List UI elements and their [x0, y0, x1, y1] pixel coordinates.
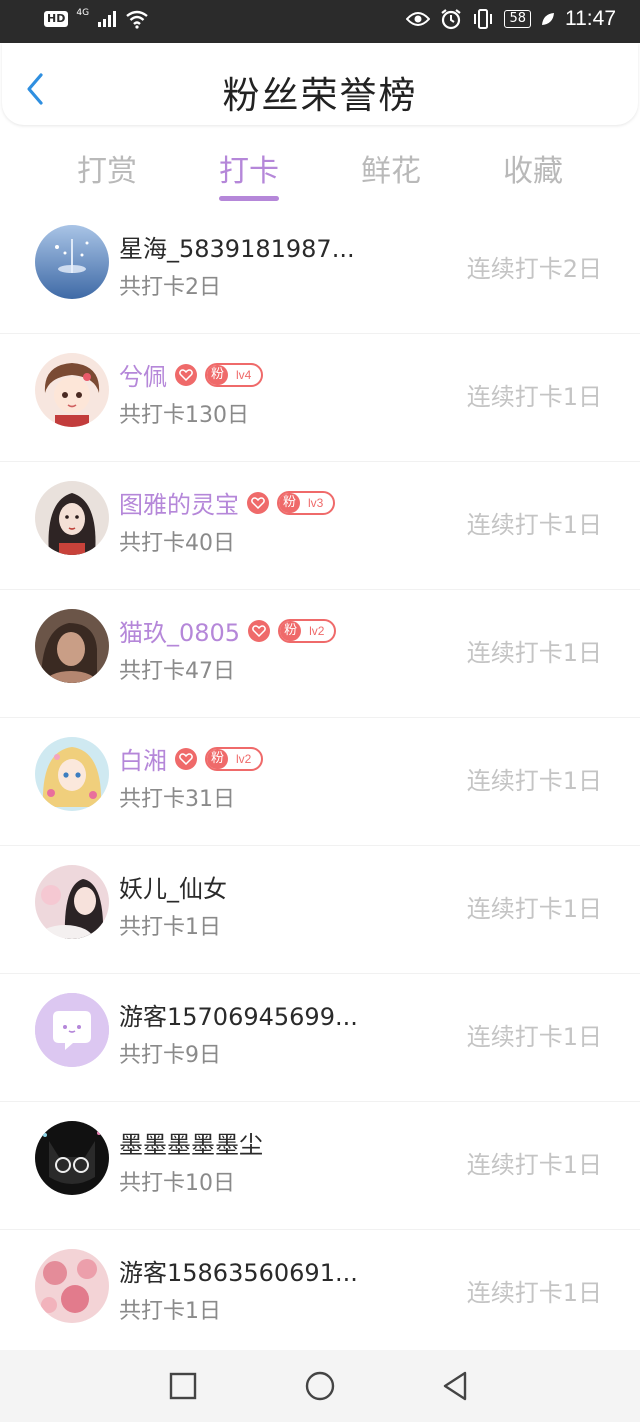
total-checkin: 共打卡1日 [119, 1299, 221, 1324]
list-item[interactable]: 图雅的灵宝 粉 lv3 共打卡40日 连续打卡1日 [0, 461, 640, 590]
list-item[interactable]: 妖儿_仙女 共打卡1日 连续打卡1日 [0, 845, 640, 974]
total-checkin: 共打卡2日 [119, 275, 221, 300]
fan-tag: 粉 [279, 492, 301, 513]
heart-icon [175, 363, 197, 386]
fan-level: lv2 [309, 623, 325, 638]
avatar [35, 1121, 109, 1195]
streak-checkin: 连续打卡1日 [466, 1151, 602, 1179]
user-name: 墨墨墨墨墨尘 [119, 1131, 263, 1159]
fan-level-badge: 粉 lv2 [278, 618, 337, 643]
heart-icon [247, 491, 269, 514]
fan-tag: 粉 [207, 364, 229, 385]
signal-icon [98, 11, 117, 27]
tab-flowers[interactable]: 鲜花 [331, 146, 451, 190]
header: 粉丝荣誉榜 [2, 43, 638, 125]
streak-checkin: 连续打卡1日 [466, 895, 602, 923]
total-checkin: 共打卡130日 [119, 403, 249, 428]
avatar [35, 225, 109, 299]
streak-checkin: 连续打卡1日 [466, 383, 602, 411]
user-name: 兮佩 [119, 363, 167, 391]
eye-icon [406, 12, 431, 26]
fan-level-badge: 粉 lv4 [205, 362, 264, 387]
status-bar: HD 4G 58 11:47 [0, 0, 640, 43]
heart-icon [175, 747, 197, 770]
avatar [35, 1249, 109, 1323]
list-item[interactable]: 星海_5839181987... 共打卡2日 连续打卡2日 [0, 205, 640, 334]
total-checkin: 共打卡47日 [119, 659, 235, 684]
ranking-list: 星海_5839181987... 共打卡2日 连续打卡2日 兮佩 粉 lv4 共… [0, 205, 640, 1345]
user-name: 游客15863560691... [119, 1259, 358, 1287]
user-name: 游客15706945699... [119, 1003, 358, 1031]
system-nav-bar [0, 1350, 640, 1422]
avatar [35, 609, 109, 683]
battery-indicator: 58 [504, 10, 531, 28]
total-checkin: 共打卡10日 [119, 1171, 235, 1196]
square-icon [169, 1372, 197, 1400]
avatar [35, 353, 109, 427]
fan-level: lv4 [236, 367, 252, 382]
fan-level: lv3 [308, 495, 324, 510]
avatar [35, 481, 109, 555]
circle-icon [305, 1371, 335, 1401]
tab-bar: 打赏 打卡 鲜花 收藏 [0, 140, 640, 204]
home-button[interactable] [302, 1368, 338, 1404]
page-title: 粉丝荣誉榜 [222, 74, 418, 117]
user-name: 白湘 [119, 747, 167, 775]
fan-tag: 粉 [207, 748, 229, 769]
avatar [35, 993, 109, 1067]
total-checkin: 共打卡40日 [119, 531, 235, 556]
streak-checkin: 连续打卡1日 [466, 767, 602, 795]
hd-indicator: HD [44, 11, 69, 27]
list-item[interactable]: 墨墨墨墨墨尘 共打卡10日 连续打卡1日 [0, 1101, 640, 1230]
chat-bubble-icon [35, 993, 109, 1067]
alarm-icon [441, 9, 462, 30]
active-tab-indicator [219, 196, 279, 201]
back-nav-button[interactable] [437, 1368, 473, 1404]
total-checkin: 共打卡1日 [119, 915, 221, 940]
heart-icon [248, 619, 271, 642]
list-item[interactable]: 白湘 粉 lv2 共打卡31日 连续打卡1日 [0, 717, 640, 846]
fan-tag: 粉 [280, 620, 302, 641]
fan-level-badge: 粉 lv2 [205, 746, 264, 771]
total-checkin: 共打卡31日 [119, 787, 235, 812]
tab-favorites[interactable]: 收藏 [473, 146, 593, 190]
streak-checkin: 连续打卡2日 [466, 255, 602, 283]
clock: 11:47 [565, 7, 616, 30]
fan-level-badge: 粉 lv3 [277, 490, 336, 515]
tab-checkin[interactable]: 打卡 [189, 146, 309, 190]
user-name: 星海_5839181987... [119, 235, 355, 263]
network-type: 4G [76, 8, 90, 18]
avatar [35, 737, 109, 811]
user-name: 图雅的灵宝 [119, 491, 239, 519]
list-item[interactable]: 游客15863560691... 共打卡1日 连续打卡1日 [0, 1229, 640, 1345]
avatar [35, 865, 109, 939]
fan-level: lv2 [236, 751, 252, 766]
vibrate-icon [474, 9, 493, 29]
list-item[interactable]: 游客15706945699... 共打卡9日 连续打卡1日 [0, 973, 640, 1102]
triangle-back-icon [443, 1371, 467, 1401]
tab-reward[interactable]: 打赏 [47, 146, 167, 190]
recent-apps-button[interactable] [165, 1368, 201, 1404]
list-item[interactable]: 猫玖_0805 粉 lv2 共打卡47日 连续打卡1日 [0, 589, 640, 718]
user-name: 猫玖_0805 [119, 619, 241, 647]
streak-checkin: 连续打卡1日 [466, 1023, 602, 1051]
streak-checkin: 连续打卡1日 [466, 1279, 602, 1307]
list-item[interactable]: 兮佩 粉 lv4 共打卡130日 连续打卡1日 [0, 333, 640, 462]
user-name: 妖儿_仙女 [119, 875, 227, 903]
streak-checkin: 连续打卡1日 [466, 511, 602, 539]
total-checkin: 共打卡9日 [119, 1043, 221, 1068]
leaf-icon [542, 13, 554, 25]
wifi-icon [126, 10, 148, 29]
streak-checkin: 连续打卡1日 [466, 639, 602, 667]
